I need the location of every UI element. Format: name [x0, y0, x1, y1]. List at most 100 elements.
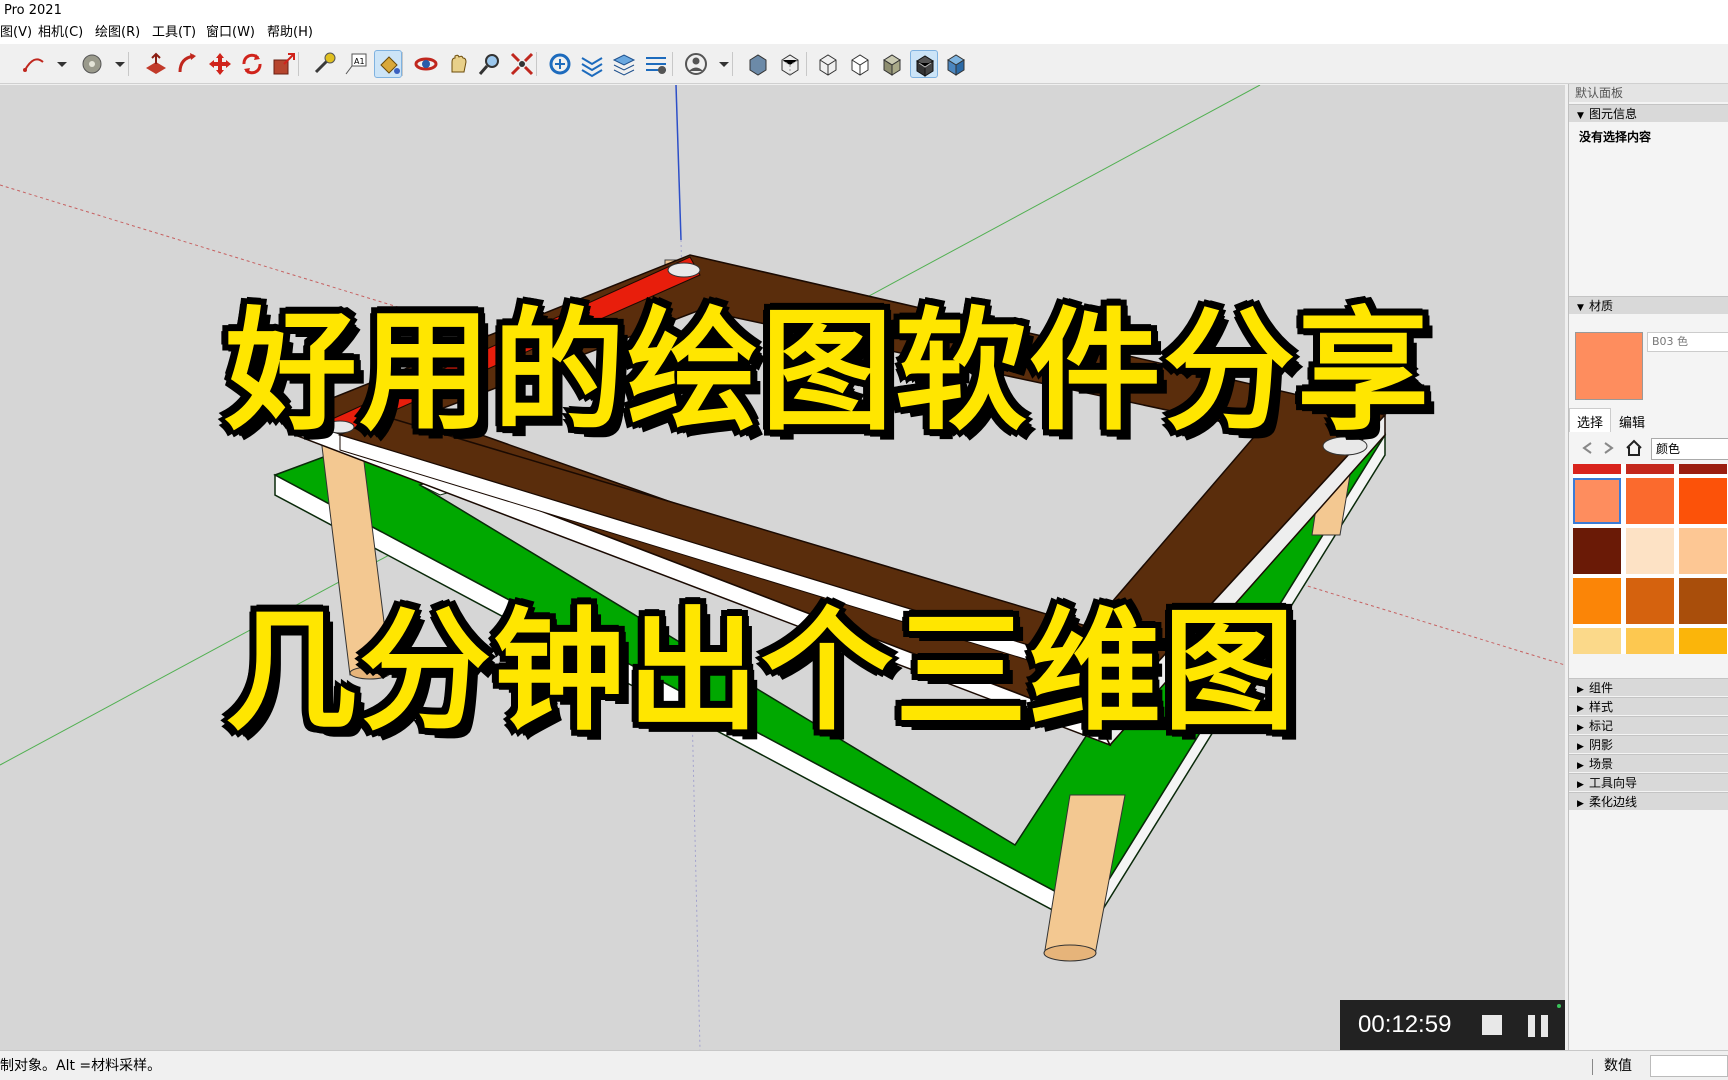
section-shadows[interactable]: ▶ 阴影	[1569, 735, 1728, 753]
menu-bar: 图(V) 相机(C) 绘图(R) 工具(T) 窗口(W) 帮助(H)	[0, 22, 1728, 44]
sandbox-icon[interactable]	[642, 50, 670, 78]
tab-select[interactable]: 选择	[1577, 412, 1603, 431]
home-icon[interactable]	[1625, 439, 1643, 457]
material-swatch[interactable]	[1679, 528, 1727, 574]
tape-measure-icon[interactable]	[310, 50, 338, 78]
measurements-input[interactable]	[1650, 1055, 1728, 1077]
tab-edit[interactable]: 编辑	[1619, 412, 1645, 431]
material-swatch[interactable]	[1679, 578, 1727, 624]
material-swatch[interactable]	[1573, 628, 1621, 654]
status-bar: 制对象。Alt =材料采样。 数值	[0, 1050, 1728, 1080]
default-tray: 默认面板 ▼ 图元信息 没有选择内容 ▼ 材质 B03 色 选择 编辑 颜色 ▶ 组件…	[1568, 84, 1728, 1050]
blue-axis	[675, 85, 682, 241]
overlay-title-line1: 好用的绘图软件分享	[225, 295, 1431, 449]
svg-text:A1: A1	[354, 57, 365, 66]
shaded-textures-icon[interactable]	[910, 50, 938, 78]
zoom-icon[interactable]	[476, 50, 504, 78]
model-viewport[interactable]: 好用的绘图软件分享 几分钟出个三维图	[0, 85, 1565, 1050]
orbit-icon[interactable]	[412, 50, 440, 78]
recording-indicator	[1557, 1004, 1561, 1008]
arc-icon[interactable]	[20, 50, 48, 78]
materials-title: 材质	[1589, 299, 1614, 313]
rotate-icon[interactable]	[238, 50, 266, 78]
menu-draw[interactable]: 绘图(R)	[95, 22, 140, 44]
section-label: 标记	[1589, 719, 1614, 733]
zoom-extents-icon[interactable]	[508, 50, 536, 78]
entity-info-title: 图元信息	[1589, 107, 1638, 121]
current-material-swatch	[1575, 332, 1643, 400]
menu-tools[interactable]: 工具(T)	[152, 22, 196, 44]
text-icon[interactable]: A1	[342, 50, 370, 78]
menu-view[interactable]: 图(V)	[0, 22, 32, 44]
xray-icon[interactable]	[744, 50, 772, 78]
paint-bucket-icon[interactable]	[374, 50, 402, 78]
material-swatch[interactable]	[1626, 478, 1674, 524]
tray-title: 默认面板	[1569, 84, 1728, 102]
measurements-label: 数值	[1604, 1058, 1632, 1074]
push-pull-icon[interactable]	[142, 50, 170, 78]
user-icon[interactable]	[682, 50, 710, 78]
material-swatch-selected[interactable]	[1573, 478, 1621, 524]
recorder-time: 00:12:59	[1358, 1011, 1452, 1038]
wireframe-icon[interactable]	[814, 50, 842, 78]
section-tags[interactable]: ▶ 标记	[1569, 716, 1728, 734]
screen-recorder-bar: 00:12:59	[1340, 1000, 1565, 1050]
materials-header[interactable]: ▼ 材质	[1569, 296, 1728, 314]
material-swatch[interactable]	[1626, 578, 1674, 624]
window-title: Pro 2021	[0, 0, 1728, 22]
material-swatch[interactable]	[1679, 464, 1727, 474]
material-swatch[interactable]	[1679, 628, 1727, 654]
stop-icon[interactable]	[1482, 1015, 1502, 1035]
section-soften-edges[interactable]: ▶ 柔化边线	[1569, 792, 1728, 810]
material-swatch[interactable]	[1626, 464, 1674, 474]
arc-dropdown-icon[interactable]	[48, 50, 67, 78]
section-label: 柔化边线	[1589, 795, 1638, 809]
scale-icon[interactable]	[270, 50, 298, 78]
back-edges-icon[interactable]	[776, 50, 804, 78]
hidden-line-icon[interactable]	[846, 50, 874, 78]
menu-help[interactable]: 帮助(H)	[267, 22, 313, 44]
material-name-field[interactable]: B03 色	[1647, 332, 1728, 352]
forward-arrow-icon[interactable]	[1601, 440, 1617, 456]
toolbar: A1	[0, 44, 1728, 84]
section-scenes[interactable]: ▶ 场景	[1569, 754, 1728, 772]
expanded-triangle-icon: ▼	[1577, 111, 1584, 121]
collapsed-triangle-icon: ▶	[1577, 799, 1584, 809]
eraser-dropdown-icon[interactable]	[106, 50, 125, 78]
follow-me-icon[interactable]	[174, 50, 202, 78]
menu-camera[interactable]: 相机(C)	[38, 22, 83, 44]
material-swatch[interactable]	[1626, 628, 1674, 654]
eraser-icon[interactable]	[78, 50, 106, 78]
material-swatch[interactable]	[1573, 578, 1621, 624]
overlay-title-line2: 几分钟出个三维图	[225, 595, 1297, 749]
pan-icon[interactable]	[444, 50, 472, 78]
section-styles[interactable]: ▶ 样式	[1569, 697, 1728, 715]
section-label: 阴影	[1589, 738, 1614, 752]
layers-icon[interactable]	[610, 50, 638, 78]
status-hint: 制对象。Alt =材料采样。	[0, 1058, 162, 1074]
expanded-triangle-icon: ▼	[1577, 303, 1584, 313]
menu-window[interactable]: 窗口(W)	[206, 22, 255, 44]
status-divider	[1592, 1059, 1593, 1075]
monochrome-icon[interactable]	[942, 50, 970, 78]
section-label: 工具向导	[1589, 776, 1638, 790]
section-components[interactable]: ▶ 组件	[1569, 678, 1728, 696]
material-swatch[interactable]	[1573, 464, 1621, 474]
entity-info-header[interactable]: ▼ 图元信息	[1569, 104, 1728, 122]
pause-icon[interactable]	[1528, 1015, 1550, 1037]
section-label: 组件	[1589, 681, 1614, 695]
entity-info-text: 没有选择内容	[1579, 130, 1652, 144]
material-swatch[interactable]	[1573, 528, 1621, 574]
section-label: 样式	[1589, 700, 1614, 714]
section-instructor[interactable]: ▶ 工具向导	[1569, 773, 1728, 791]
material-swatch[interactable]	[1679, 478, 1727, 524]
material-library-select[interactable]: 颜色	[1651, 438, 1728, 460]
shaded-icon[interactable]	[878, 50, 906, 78]
material-swatch[interactable]	[1626, 528, 1674, 574]
section-label: 场景	[1589, 757, 1614, 771]
extension-icon[interactable]	[578, 50, 606, 78]
move-icon[interactable]	[206, 50, 234, 78]
user-dropdown-icon[interactable]	[710, 50, 729, 78]
back-arrow-icon[interactable]	[1579, 440, 1595, 456]
warehouse-icon[interactable]	[546, 50, 574, 78]
